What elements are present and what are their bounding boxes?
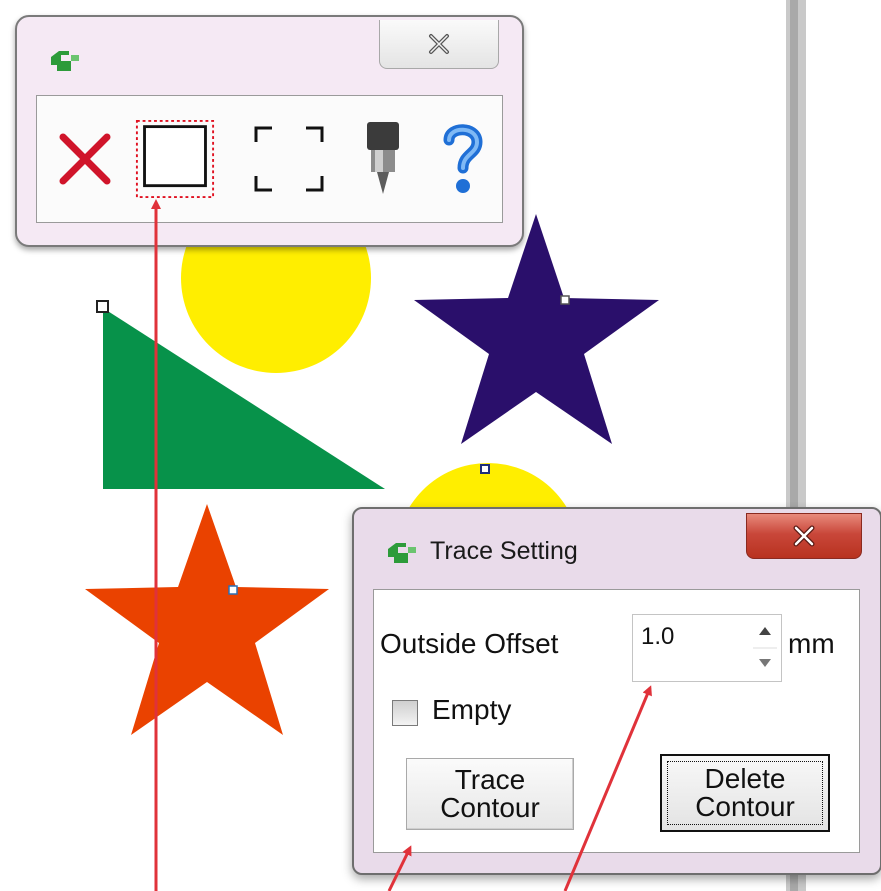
rectangle-tool-button[interactable] (135, 114, 215, 204)
circle-handle[interactable] (480, 464, 490, 474)
delete-contour-line1: Delete (704, 763, 786, 794)
purple-star[interactable] (414, 214, 659, 444)
delete-contour-line2: Contour (695, 791, 795, 822)
dialog-close-button[interactable] (746, 513, 862, 559)
delete-tool-button[interactable] (45, 114, 125, 204)
tool-panel (36, 95, 503, 223)
delete-contour-button[interactable]: Delete Contour (660, 754, 830, 832)
dialog-title: Trace Setting (430, 537, 578, 565)
close-icon (793, 525, 815, 547)
app-logo-icon (388, 543, 416, 563)
triangle-handle[interactable] (96, 300, 109, 313)
spinner-arrows-icon[interactable] (749, 615, 781, 681)
trace-setting-dialog: Trace Setting Outside Offset 1.0 mm Empt… (352, 507, 881, 875)
unit-label: mm (788, 628, 835, 659)
empty-label: Empty (432, 694, 512, 725)
blade-holder-icon (367, 122, 399, 194)
app-logo-icon (51, 51, 79, 71)
outside-offset-spinner[interactable]: 1.0 (632, 614, 782, 682)
outside-offset-value[interactable]: 1.0 (641, 623, 674, 651)
dashed-rectangle-icon (254, 126, 324, 192)
cutter-tool-button[interactable] (343, 114, 423, 204)
star-handle-purple[interactable] (560, 295, 570, 305)
trace-contour-line2: Contour (440, 792, 540, 823)
star-handle-orange[interactable] (228, 585, 238, 595)
trace-contour-button[interactable]: Trace Contour (406, 758, 574, 830)
toolbar-close-button[interactable] (379, 20, 499, 69)
settings-panel: Outside Offset 1.0 mm Empty Trace Contou… (373, 589, 860, 853)
solid-rectangle-icon (135, 119, 215, 199)
empty-checkbox[interactable] (392, 700, 418, 726)
red-x-icon (59, 133, 111, 185)
trace-contour-line1: Trace (454, 764, 526, 795)
tool-window (15, 15, 524, 247)
dashed-frame-tool-button[interactable] (249, 114, 329, 204)
question-mark-icon (443, 124, 483, 193)
help-tool-button[interactable] (423, 114, 503, 204)
orange-star[interactable] (85, 504, 329, 735)
close-icon (429, 34, 449, 54)
outside-offset-label: Outside Offset (380, 628, 559, 659)
